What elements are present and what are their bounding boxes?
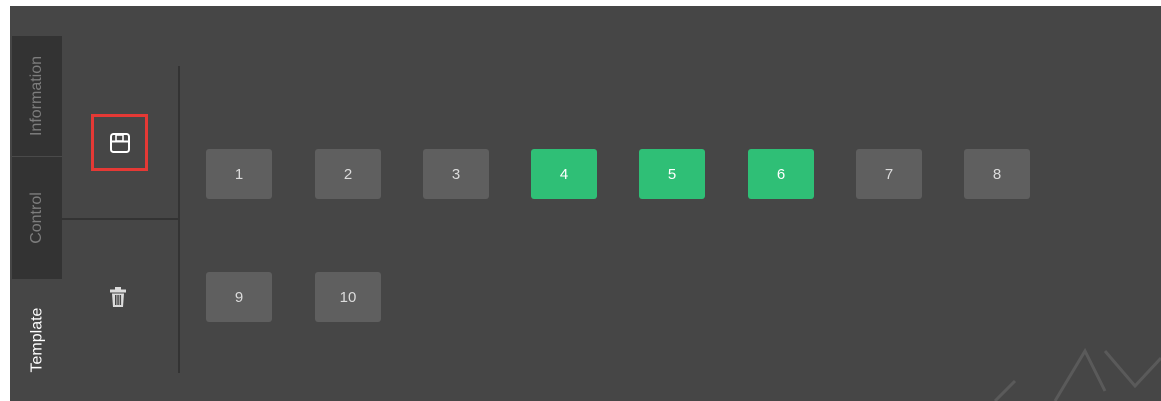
template-button-5[interactable]: 5 (639, 149, 705, 199)
tab-information-label: Information (28, 55, 46, 137)
template-button-2[interactable]: 2 (315, 149, 381, 199)
template-button-6[interactable]: 6 (748, 149, 814, 199)
template-panel: Information Control Template 1 2 3 4 5 6 (10, 6, 1161, 401)
trash-icon (110, 287, 126, 307)
tab-information[interactable]: Information (12, 36, 62, 157)
vertical-tab-bar: Information Control Template (12, 36, 62, 401)
tool-divider-horizontal (62, 218, 180, 220)
tab-template-label: Template (28, 307, 46, 373)
delete-template-button[interactable] (103, 282, 133, 312)
template-button-7[interactable]: 7 (856, 149, 922, 199)
tab-control-label: Control (28, 192, 46, 244)
tab-template[interactable]: Template (12, 279, 62, 401)
tab-control[interactable]: Control (12, 157, 62, 279)
template-button-1[interactable]: 1 (206, 149, 272, 199)
save-template-button[interactable] (91, 114, 148, 171)
template-button-4[interactable]: 4 (531, 149, 597, 199)
tool-divider-vertical (178, 66, 180, 373)
template-button-8[interactable]: 8 (964, 149, 1030, 199)
watermark-logo (993, 347, 1161, 401)
template-button-10[interactable]: 10 (315, 272, 381, 322)
template-button-3[interactable]: 3 (423, 149, 489, 199)
template-button-9[interactable]: 9 (206, 272, 272, 322)
floppy-disk-icon (109, 132, 130, 153)
